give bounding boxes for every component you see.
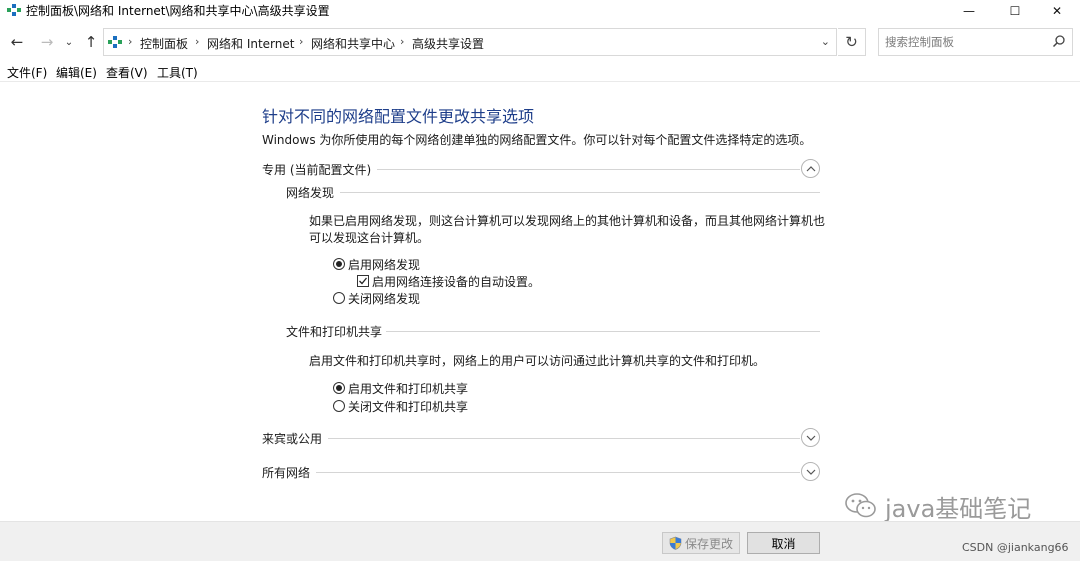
chevron-down-icon xyxy=(806,469,815,475)
network-discovery-header: 网络发现 xyxy=(286,182,821,202)
radio-label: 启用网络发现 xyxy=(348,257,421,272)
divider xyxy=(340,192,820,193)
address-dropdown-button[interactable]: ⌄ xyxy=(821,35,830,48)
divider xyxy=(386,331,820,332)
menu-edit[interactable]: 编辑(E) xyxy=(56,64,97,81)
cancel-button[interactable]: 取消 xyxy=(747,532,820,554)
footer-bar: 保存更改 取消 CSDN @jiankang66 xyxy=(0,521,1080,561)
breadcrumb-network-internet[interactable]: 网络和 Internet xyxy=(207,35,294,52)
close-button[interactable]: ✕ xyxy=(1034,0,1080,22)
search-box[interactable] xyxy=(878,28,1073,56)
radio-button-selected[interactable] xyxy=(333,382,345,394)
credit-text: CSDN @jiankang66 xyxy=(962,541,1069,554)
refresh-button[interactable]: ↻ xyxy=(838,28,866,56)
search-icon[interactable] xyxy=(1052,34,1066,48)
breadcrumb-separator[interactable]: › xyxy=(299,35,303,48)
network-discovery-text-1: 如果已启用网络发现，则这台计算机可以发现网络上的其他计算机和设备，而且其他网络计… xyxy=(309,214,826,228)
radio-label: 关闭文件和打印机共享 xyxy=(348,399,469,414)
radio-network-discovery-on[interactable]: 启用网络发现 xyxy=(333,256,420,272)
menu-tools[interactable]: 工具(T) xyxy=(157,64,198,81)
radio-label: 关闭网络发现 xyxy=(348,291,421,306)
title-bar: 控制面板\网络和 Internet\网络和共享中心\高级共享设置 — ☐ ✕ xyxy=(0,0,1080,22)
expand-button[interactable] xyxy=(801,462,820,481)
menu-file[interactable]: 文件(F) xyxy=(7,64,47,81)
profile-all-networks-header[interactable]: 所有网络 xyxy=(262,462,822,482)
maximize-button[interactable]: ☐ xyxy=(992,0,1038,22)
save-changes-label: 保存更改 xyxy=(684,536,733,551)
radio-button[interactable] xyxy=(333,400,345,412)
profile-private-header[interactable]: 专用 (当前配置文件) xyxy=(262,159,822,179)
forward-button[interactable]: → xyxy=(36,31,58,53)
radio-label: 启用文件和打印机共享 xyxy=(348,381,469,396)
checkbox-auto-setup[interactable]: 启用网络连接设备的自动设置。 xyxy=(357,273,540,289)
search-input[interactable] xyxy=(885,34,1045,50)
address-bar[interactable]: › 控制面板 › 网络和 Internet › 网络和共享中心 › 高级共享设置… xyxy=(103,28,837,56)
back-button[interactable]: ← xyxy=(6,31,28,53)
watermark: java基础笔记 xyxy=(843,489,1031,523)
checkbox-checked[interactable] xyxy=(357,275,369,287)
radio-file-sharing-on[interactable]: 启用文件和打印机共享 xyxy=(333,380,468,396)
radio-network-discovery-off[interactable]: 关闭网络发现 xyxy=(333,290,420,306)
network-center-icon xyxy=(108,36,122,48)
uac-shield-icon xyxy=(669,536,682,550)
watermark-text: java基础笔记 xyxy=(885,494,1032,523)
divider xyxy=(370,169,800,170)
breadcrumb-network-sharing-center[interactable]: 网络和共享中心 xyxy=(311,35,395,52)
radio-button[interactable] xyxy=(333,292,345,304)
checkmark-icon xyxy=(359,277,368,285)
up-button[interactable]: ↑ xyxy=(80,31,102,53)
page-description: Windows 为你所使用的每个网络创建单独的网络配置文件。你可以针对每个配置文… xyxy=(262,133,812,147)
profile-all-networks-label[interactable]: 所有网络 xyxy=(262,464,317,481)
navigation-bar: ← → ⌄ ↑ › 控制面板 › 网络和 Internet › 网络和共享中心 … xyxy=(0,24,1080,60)
radio-button-selected[interactable] xyxy=(333,258,345,270)
main-content: 针对不同的网络配置文件更改共享选项 Windows 为你所使用的每个网络创建单独… xyxy=(0,82,1080,520)
radio-file-sharing-off[interactable]: 关闭文件和打印机共享 xyxy=(333,398,468,414)
breadcrumb-separator[interactable]: › xyxy=(400,35,404,48)
recent-locations-button[interactable]: ⌄ xyxy=(62,31,76,53)
file-sharing-text: 启用文件和打印机共享时，网络上的用户可以访问通过此计算机共享的文件和打印机。 xyxy=(309,354,766,368)
divider xyxy=(324,438,800,439)
breadcrumb-separator[interactable]: › xyxy=(128,35,132,48)
network-discovery-text-2: 可以发现这台计算机。 xyxy=(309,231,430,245)
breadcrumb-advanced-sharing[interactable]: 高级共享设置 xyxy=(412,35,484,52)
expand-button[interactable] xyxy=(801,428,820,447)
chevron-down-icon xyxy=(806,435,815,441)
checkbox-label: 启用网络连接设备的自动设置。 xyxy=(372,274,541,289)
collapse-button[interactable] xyxy=(801,159,820,178)
network-discovery-title: 网络发现 xyxy=(286,186,335,200)
file-sharing-title: 文件和打印机共享 xyxy=(286,325,383,339)
page-title: 针对不同的网络配置文件更改共享选项 xyxy=(262,107,535,126)
profile-guest-header[interactable]: 来宾或公用 xyxy=(262,428,822,448)
breadcrumb-control-panel[interactable]: 控制面板 xyxy=(140,35,188,52)
menu-view[interactable]: 查看(V) xyxy=(106,64,148,81)
menu-bar: 文件(F) 编辑(E) 查看(V) 工具(T) xyxy=(0,62,1080,82)
breadcrumb-separator[interactable]: › xyxy=(195,35,199,48)
minimize-button[interactable]: — xyxy=(946,0,992,22)
divider xyxy=(312,472,800,473)
file-sharing-header: 文件和打印机共享 xyxy=(286,321,821,341)
profile-private-label[interactable]: 专用 (当前配置文件) xyxy=(262,161,378,178)
window-title: 控制面板\网络和 Internet\网络和共享中心\高级共享设置 xyxy=(26,4,330,18)
save-changes-button[interactable]: 保存更改 xyxy=(662,532,740,554)
profile-guest-label[interactable]: 来宾或公用 xyxy=(262,430,329,447)
wechat-icon xyxy=(845,493,876,518)
chevron-up-icon xyxy=(806,165,815,171)
network-center-icon xyxy=(7,4,21,16)
